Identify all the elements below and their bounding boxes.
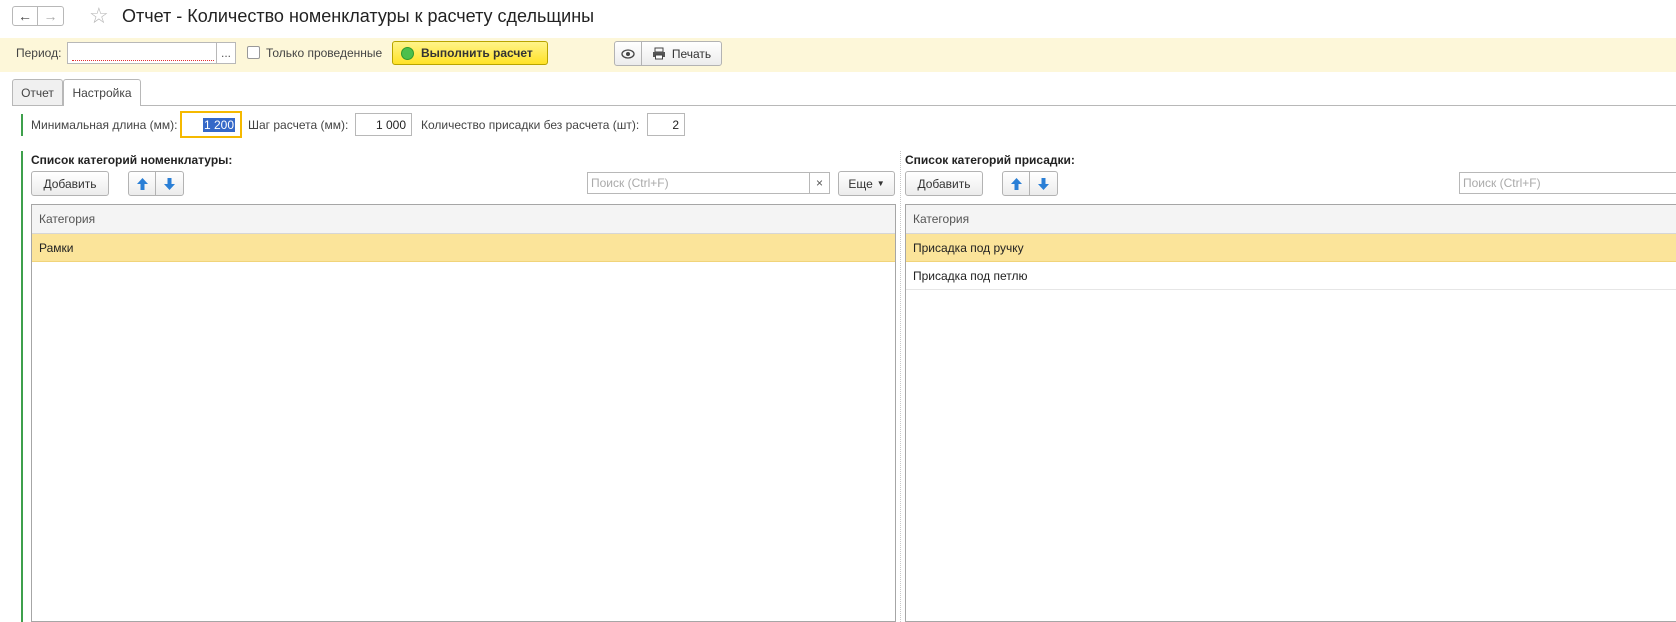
arrow-up-icon (136, 177, 148, 190)
right-category-table: Категория Присадка под ручку Присадка по… (905, 204, 1676, 622)
qty-value: 2 (672, 117, 679, 132)
only-posted-checkbox[interactable] (247, 46, 260, 59)
step-label: Шаг расчета (мм): (248, 118, 349, 132)
eye-icon (621, 48, 635, 59)
chevron-down-icon: ▼ (876, 179, 885, 188)
left-search-clear-button[interactable]: × (809, 172, 830, 194)
min-length-input[interactable]: 1 200 (180, 111, 242, 138)
run-calculation-button[interactable]: Выполнить расчет (392, 41, 548, 65)
min-length-value: 1 200 (202, 117, 235, 132)
forward-button[interactable]: → (38, 6, 64, 26)
period-input[interactable] (67, 42, 217, 64)
ellipsis-icon: ... (220, 46, 231, 60)
page-title: Отчет - Количество номенклатуры к расчет… (122, 6, 595, 26)
qty-label: Количество присадки без расчета (шт): (421, 118, 640, 132)
step-input[interactable]: 1 000 (355, 113, 412, 136)
right-column-header: Категория (906, 205, 1676, 234)
row-label: Присадка под ручку (913, 240, 1024, 255)
left-column-header: Категория (32, 205, 895, 234)
left-more-label: Еще (848, 176, 873, 191)
favorite-star-icon[interactable]: ☆ (89, 3, 109, 29)
left-add-label: Добавить (43, 176, 97, 191)
close-icon: × (815, 176, 823, 190)
left-add-button[interactable]: Добавить (31, 171, 109, 196)
splitter[interactable] (900, 151, 901, 622)
arrow-down-icon (164, 177, 175, 190)
tab-settings-label: Настройка (72, 86, 132, 100)
tabs-baseline (12, 105, 1676, 106)
table-row[interactable]: Присадка под петлю (906, 262, 1676, 290)
arrow-down-icon (1038, 177, 1049, 190)
step-value: 1 000 (375, 117, 406, 132)
right-column-header-label: Категория (913, 212, 970, 226)
left-search-placeholder: Поиск (Ctrl+F) (591, 176, 669, 190)
printer-icon (652, 47, 665, 60)
group-indicator-lists (21, 151, 23, 622)
left-search-input[interactable]: Поиск (Ctrl+F) (587, 172, 810, 194)
preview-button[interactable] (614, 41, 642, 66)
row-label: Присадка под петлю (913, 268, 1028, 283)
left-list-title: Список категорий номенклатуры: (31, 153, 233, 167)
right-move-down-button[interactable] (1029, 171, 1058, 196)
left-move-down-button[interactable] (155, 171, 184, 196)
right-add-button[interactable]: Добавить (905, 171, 983, 196)
right-add-label: Добавить (917, 176, 971, 191)
left-category-table: Категория Рамки (31, 204, 896, 622)
required-underline (72, 60, 214, 61)
group-indicator (21, 114, 23, 136)
period-select-button[interactable]: ... (216, 42, 236, 64)
back-button[interactable]: ← (12, 6, 38, 26)
tab-settings[interactable]: Настройка (63, 79, 141, 106)
left-more-button[interactable]: Еще ▼ (838, 171, 895, 196)
right-search-input[interactable]: Поиск (Ctrl+F) (1459, 172, 1676, 194)
min-length-label: Минимальная длина (мм): (31, 118, 178, 132)
left-move-up-button[interactable] (128, 171, 156, 196)
row-label: Рамки (39, 240, 74, 255)
right-search-placeholder: Поиск (Ctrl+F) (1463, 176, 1541, 190)
table-row[interactable]: Присадка под ручку (906, 234, 1676, 262)
qty-input[interactable]: 2 (647, 113, 685, 136)
right-list-title: Список категорий присадки: (905, 153, 1075, 167)
period-label: Период: (16, 46, 62, 60)
tab-report-label: Отчет (21, 85, 54, 100)
left-column-header-label: Категория (39, 212, 96, 226)
green-circle-icon (401, 46, 414, 60)
only-posted-label: Только проведенные (266, 46, 383, 60)
tab-report[interactable]: Отчет (12, 79, 63, 105)
print-label: Печать (671, 46, 712, 61)
arrow-right-icon: → (43, 8, 58, 24)
print-button[interactable]: Печать (641, 41, 722, 66)
run-calculation-label: Выполнить расчет (421, 46, 533, 60)
arrow-up-icon (1010, 177, 1022, 190)
right-move-up-button[interactable] (1002, 171, 1030, 196)
arrow-left-icon: ← (18, 8, 32, 24)
table-row[interactable]: Рамки (32, 234, 895, 262)
